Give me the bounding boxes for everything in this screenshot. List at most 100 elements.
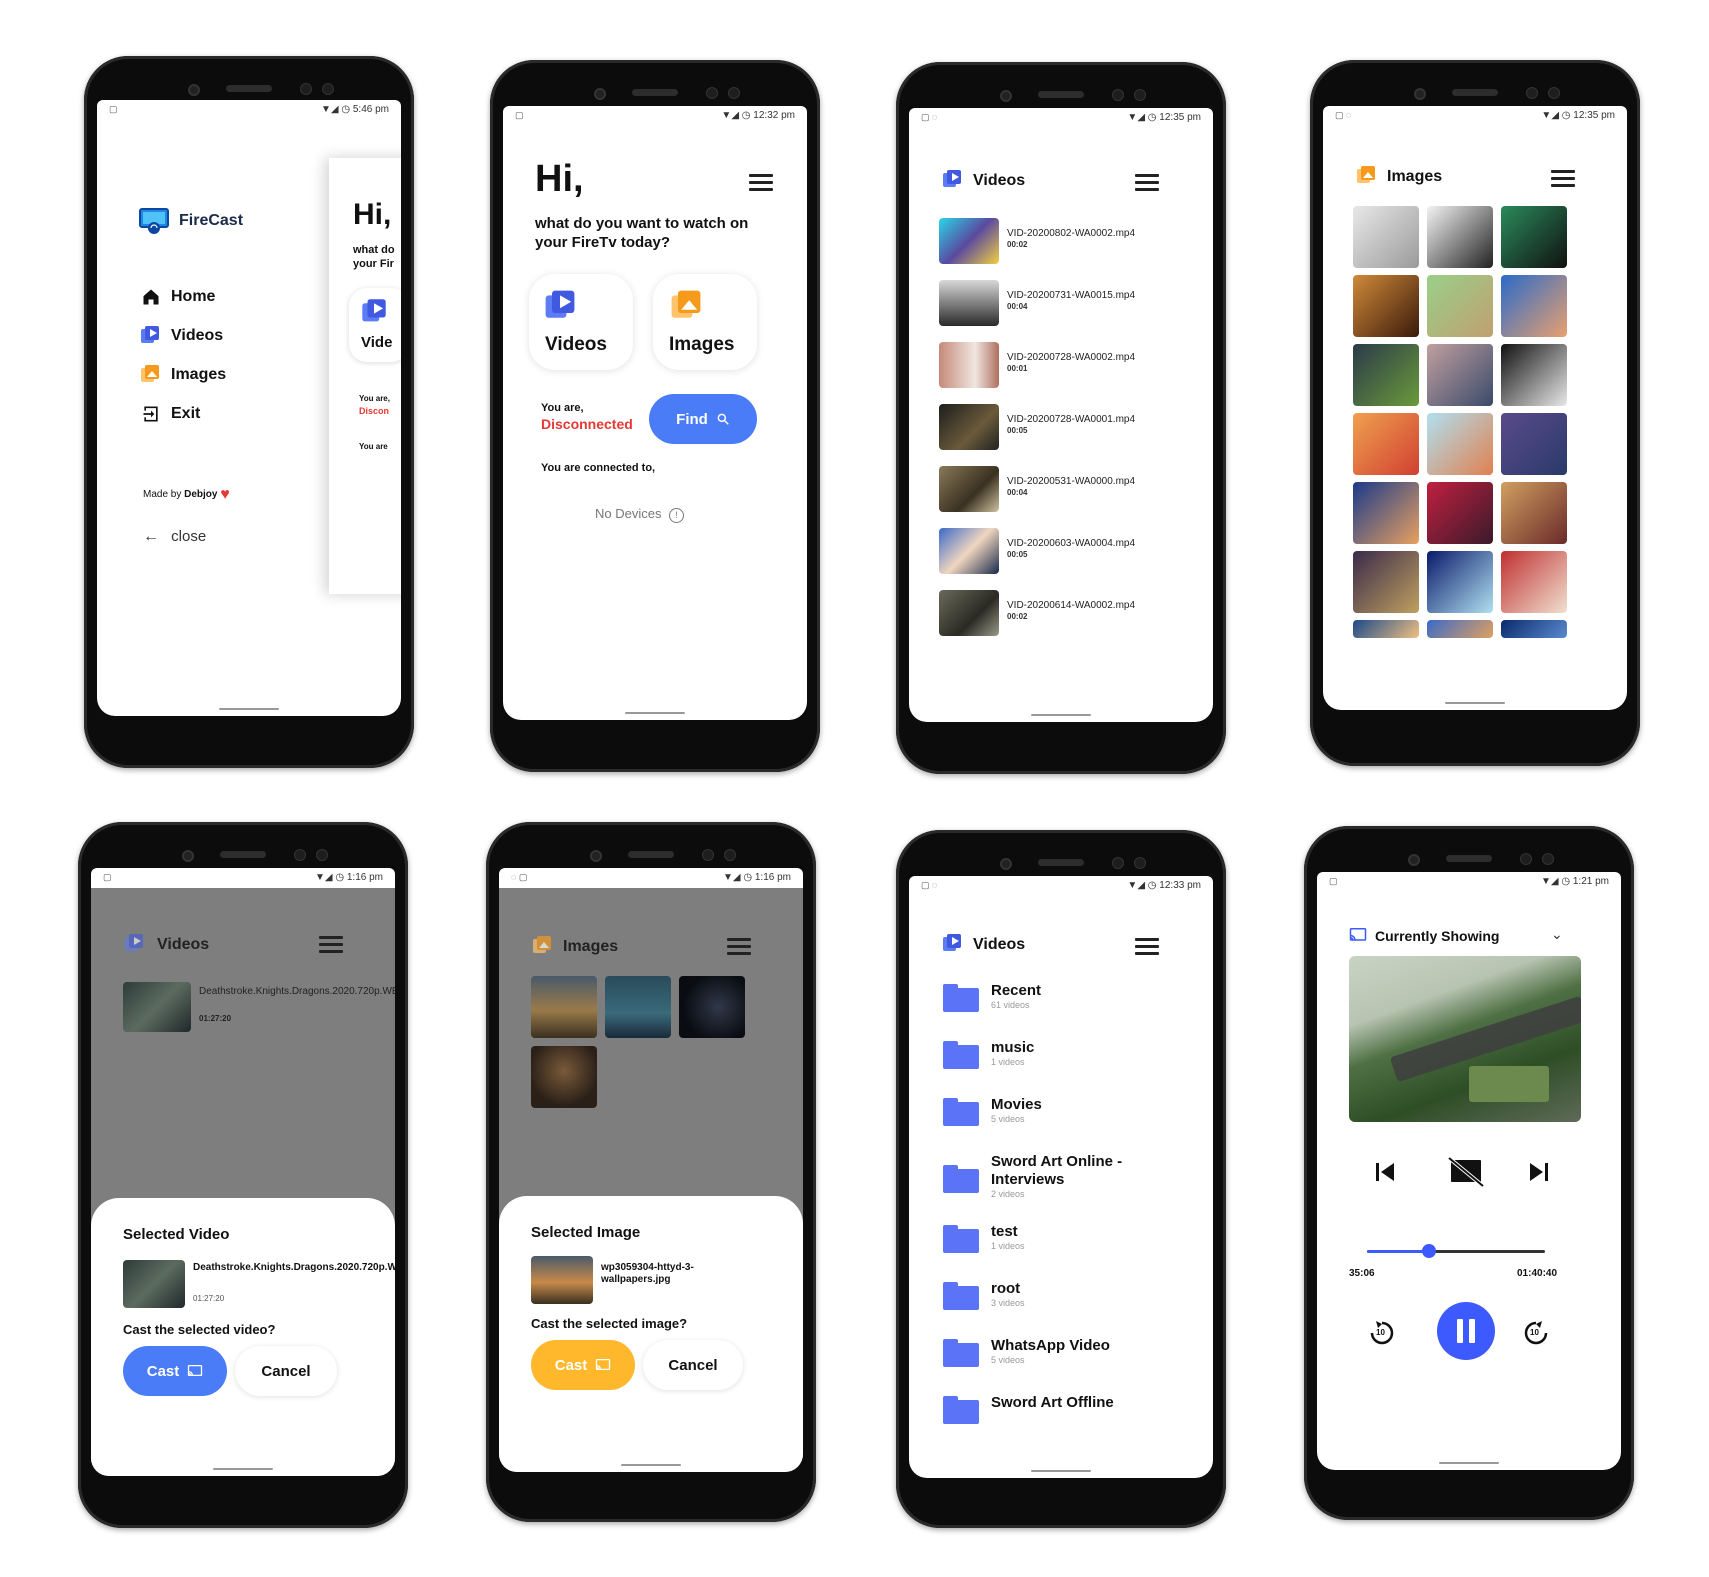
image-thumbnail[interactable]: [1427, 344, 1493, 406]
close-button[interactable]: ← close: [143, 528, 206, 546]
images-icon: [1357, 166, 1375, 184]
screen-icon: ▢: [1329, 876, 1338, 886]
cast-button[interactable]: Cast: [123, 1346, 227, 1396]
videos-icon: [362, 299, 386, 322]
folder-name[interactable]: Recent: [991, 982, 1041, 999]
video-row[interactable]: VID-20200728-WA0002.mp4 00:01: [939, 342, 1179, 390]
image-thumbnail[interactable]: [1353, 275, 1419, 337]
image-thumbnail[interactable]: [679, 976, 745, 1038]
card-images[interactable]: Images: [653, 274, 757, 370]
app-logo: [139, 208, 169, 234]
menu-icon[interactable]: [727, 938, 751, 955]
menu-icon[interactable]: [1135, 938, 1159, 955]
menu-icon[interactable]: [1135, 174, 1159, 191]
folder-name[interactable]: Sword Art Offline: [991, 1394, 1114, 1411]
drawer-item-images[interactable]: Images: [141, 364, 321, 388]
drawer-item-home[interactable]: Home: [141, 286, 321, 310]
image-thumbnail[interactable]: [1353, 206, 1419, 268]
folder-icon[interactable]: [943, 1098, 979, 1126]
image-thumbnail[interactable]: [1427, 275, 1493, 337]
folder-name[interactable]: music: [991, 1039, 1034, 1056]
image-thumbnail[interactable]: [1353, 482, 1419, 544]
cancel-button[interactable]: Cancel: [643, 1340, 743, 1390]
rewind-10-icon[interactable]: 10: [1367, 1318, 1397, 1348]
drawer-item-videos[interactable]: Videos: [141, 325, 321, 349]
folder-icon[interactable]: [943, 1339, 979, 1367]
video-row[interactable]: VID-20200802-WA0002.mp4 00:02: [939, 218, 1179, 266]
sheet-image-name: wp3059304-httyd-3-wallpapers.jpg: [601, 1262, 694, 1285]
peek-greeting: Hi,: [353, 198, 392, 231]
sensor: [1134, 857, 1146, 869]
folder-name[interactable]: Movies: [991, 1096, 1042, 1113]
screen-icon: ▢ ◌: [921, 112, 938, 122]
video-duration: 01:27:20: [199, 1014, 232, 1023]
menu-icon[interactable]: [319, 936, 343, 953]
image-thumbnail[interactable]: [531, 976, 597, 1038]
image-thumbnail[interactable]: [1427, 551, 1493, 613]
find-button[interactable]: Find: [649, 394, 757, 444]
folder-name[interactable]: root: [991, 1280, 1020, 1297]
status-time-icons: ▼◢ ◷ 1:16 pm: [314, 872, 383, 883]
image-thumbnail[interactable]: [1501, 551, 1567, 613]
cast-icon: [596, 1358, 611, 1370]
cancel-button[interactable]: Cancel: [235, 1346, 337, 1396]
video-row[interactable]: VID-20200614-WA0002.mp4 00:02: [939, 590, 1179, 638]
previous-icon[interactable]: [1373, 1160, 1397, 1184]
video-name[interactable]: Deathstroke.Knights.Dragons.2020.720p.WE…: [199, 986, 395, 998]
folder-icon[interactable]: [943, 1041, 979, 1069]
seek-thumb[interactable]: [1422, 1244, 1437, 1258]
image-thumbnail[interactable]: [1353, 344, 1419, 406]
stop-casting-icon[interactable]: [1447, 1156, 1485, 1188]
status-time-icons: ▼◢ ◷ 1:16 pm: [722, 872, 791, 883]
image-thumbnail[interactable]: [1427, 620, 1493, 638]
forward-10-icon[interactable]: 10: [1521, 1318, 1551, 1348]
image-thumbnail[interactable]: [1427, 413, 1493, 475]
video-thumbnail[interactable]: [123, 982, 191, 1032]
seek-bar[interactable]: [1367, 1244, 1545, 1258]
image-thumbnail[interactable]: [1427, 206, 1493, 268]
folder-name[interactable]: test: [991, 1223, 1018, 1240]
gesture-bar: [1439, 1462, 1499, 1464]
image-thumbnail[interactable]: [1501, 482, 1567, 544]
screen: ▢ ▼◢ ◷ 5:46 pm Hi, what do your Fir Vide…: [97, 100, 401, 716]
image-thumbnail[interactable]: [605, 976, 671, 1038]
folder-icon[interactable]: [943, 1165, 979, 1193]
image-thumbnail[interactable]: [1353, 551, 1419, 613]
video-duration: 00:05: [1007, 426, 1028, 435]
folder-name[interactable]: Sword Art Online - Interviews: [991, 1153, 1131, 1189]
sensor: [294, 849, 306, 861]
video-row[interactable]: VID-20200531-WA0000.mp4 00:04: [939, 466, 1179, 514]
video-row[interactable]: VID-20200728-WA0001.mp4 00:05: [939, 404, 1179, 452]
video-row[interactable]: VID-20200731-WA0015.mp4 00:04: [939, 280, 1179, 328]
peek-card: Vide: [349, 288, 401, 362]
folder-icon[interactable]: [943, 1225, 979, 1253]
drawer-item-exit[interactable]: Exit: [141, 403, 321, 427]
folder-icon[interactable]: [943, 1282, 979, 1310]
folder-name[interactable]: WhatsApp Video: [991, 1337, 1110, 1354]
sensor: [1112, 89, 1124, 101]
menu-icon[interactable]: [1551, 170, 1575, 187]
image-thumbnail[interactable]: [1501, 413, 1567, 475]
video-name: VID-20200614-WA0002.mp4: [1007, 600, 1136, 611]
chevron-down-icon[interactable]: ⌄: [1551, 926, 1563, 943]
pause-button[interactable]: [1437, 1302, 1495, 1360]
video-row[interactable]: VID-20200603-WA0004.mp4 00:05: [939, 528, 1179, 576]
image-thumbnail[interactable]: [531, 1046, 597, 1108]
card-videos[interactable]: Videos: [529, 274, 633, 370]
earpiece: [1038, 91, 1084, 98]
image-thumbnail[interactable]: [1353, 620, 1419, 638]
cast-button[interactable]: Cast: [531, 1340, 635, 1390]
folder-icon[interactable]: [943, 984, 979, 1012]
image-thumbnail[interactable]: [1427, 482, 1493, 544]
menu-icon[interactable]: [749, 174, 773, 191]
image-thumbnail[interactable]: [1501, 206, 1567, 268]
gesture-bar: [1031, 1470, 1091, 1472]
main-page-peek[interactable]: Hi, what do your Fir Vide You are, Disco…: [329, 158, 401, 594]
video-duration: 00:05: [1007, 550, 1028, 559]
next-icon[interactable]: [1527, 1160, 1551, 1184]
folder-icon[interactable]: [943, 1396, 979, 1424]
image-thumbnail[interactable]: [1353, 413, 1419, 475]
image-thumbnail[interactable]: [1501, 620, 1567, 638]
image-thumbnail[interactable]: [1501, 344, 1567, 406]
image-thumbnail[interactable]: [1501, 275, 1567, 337]
